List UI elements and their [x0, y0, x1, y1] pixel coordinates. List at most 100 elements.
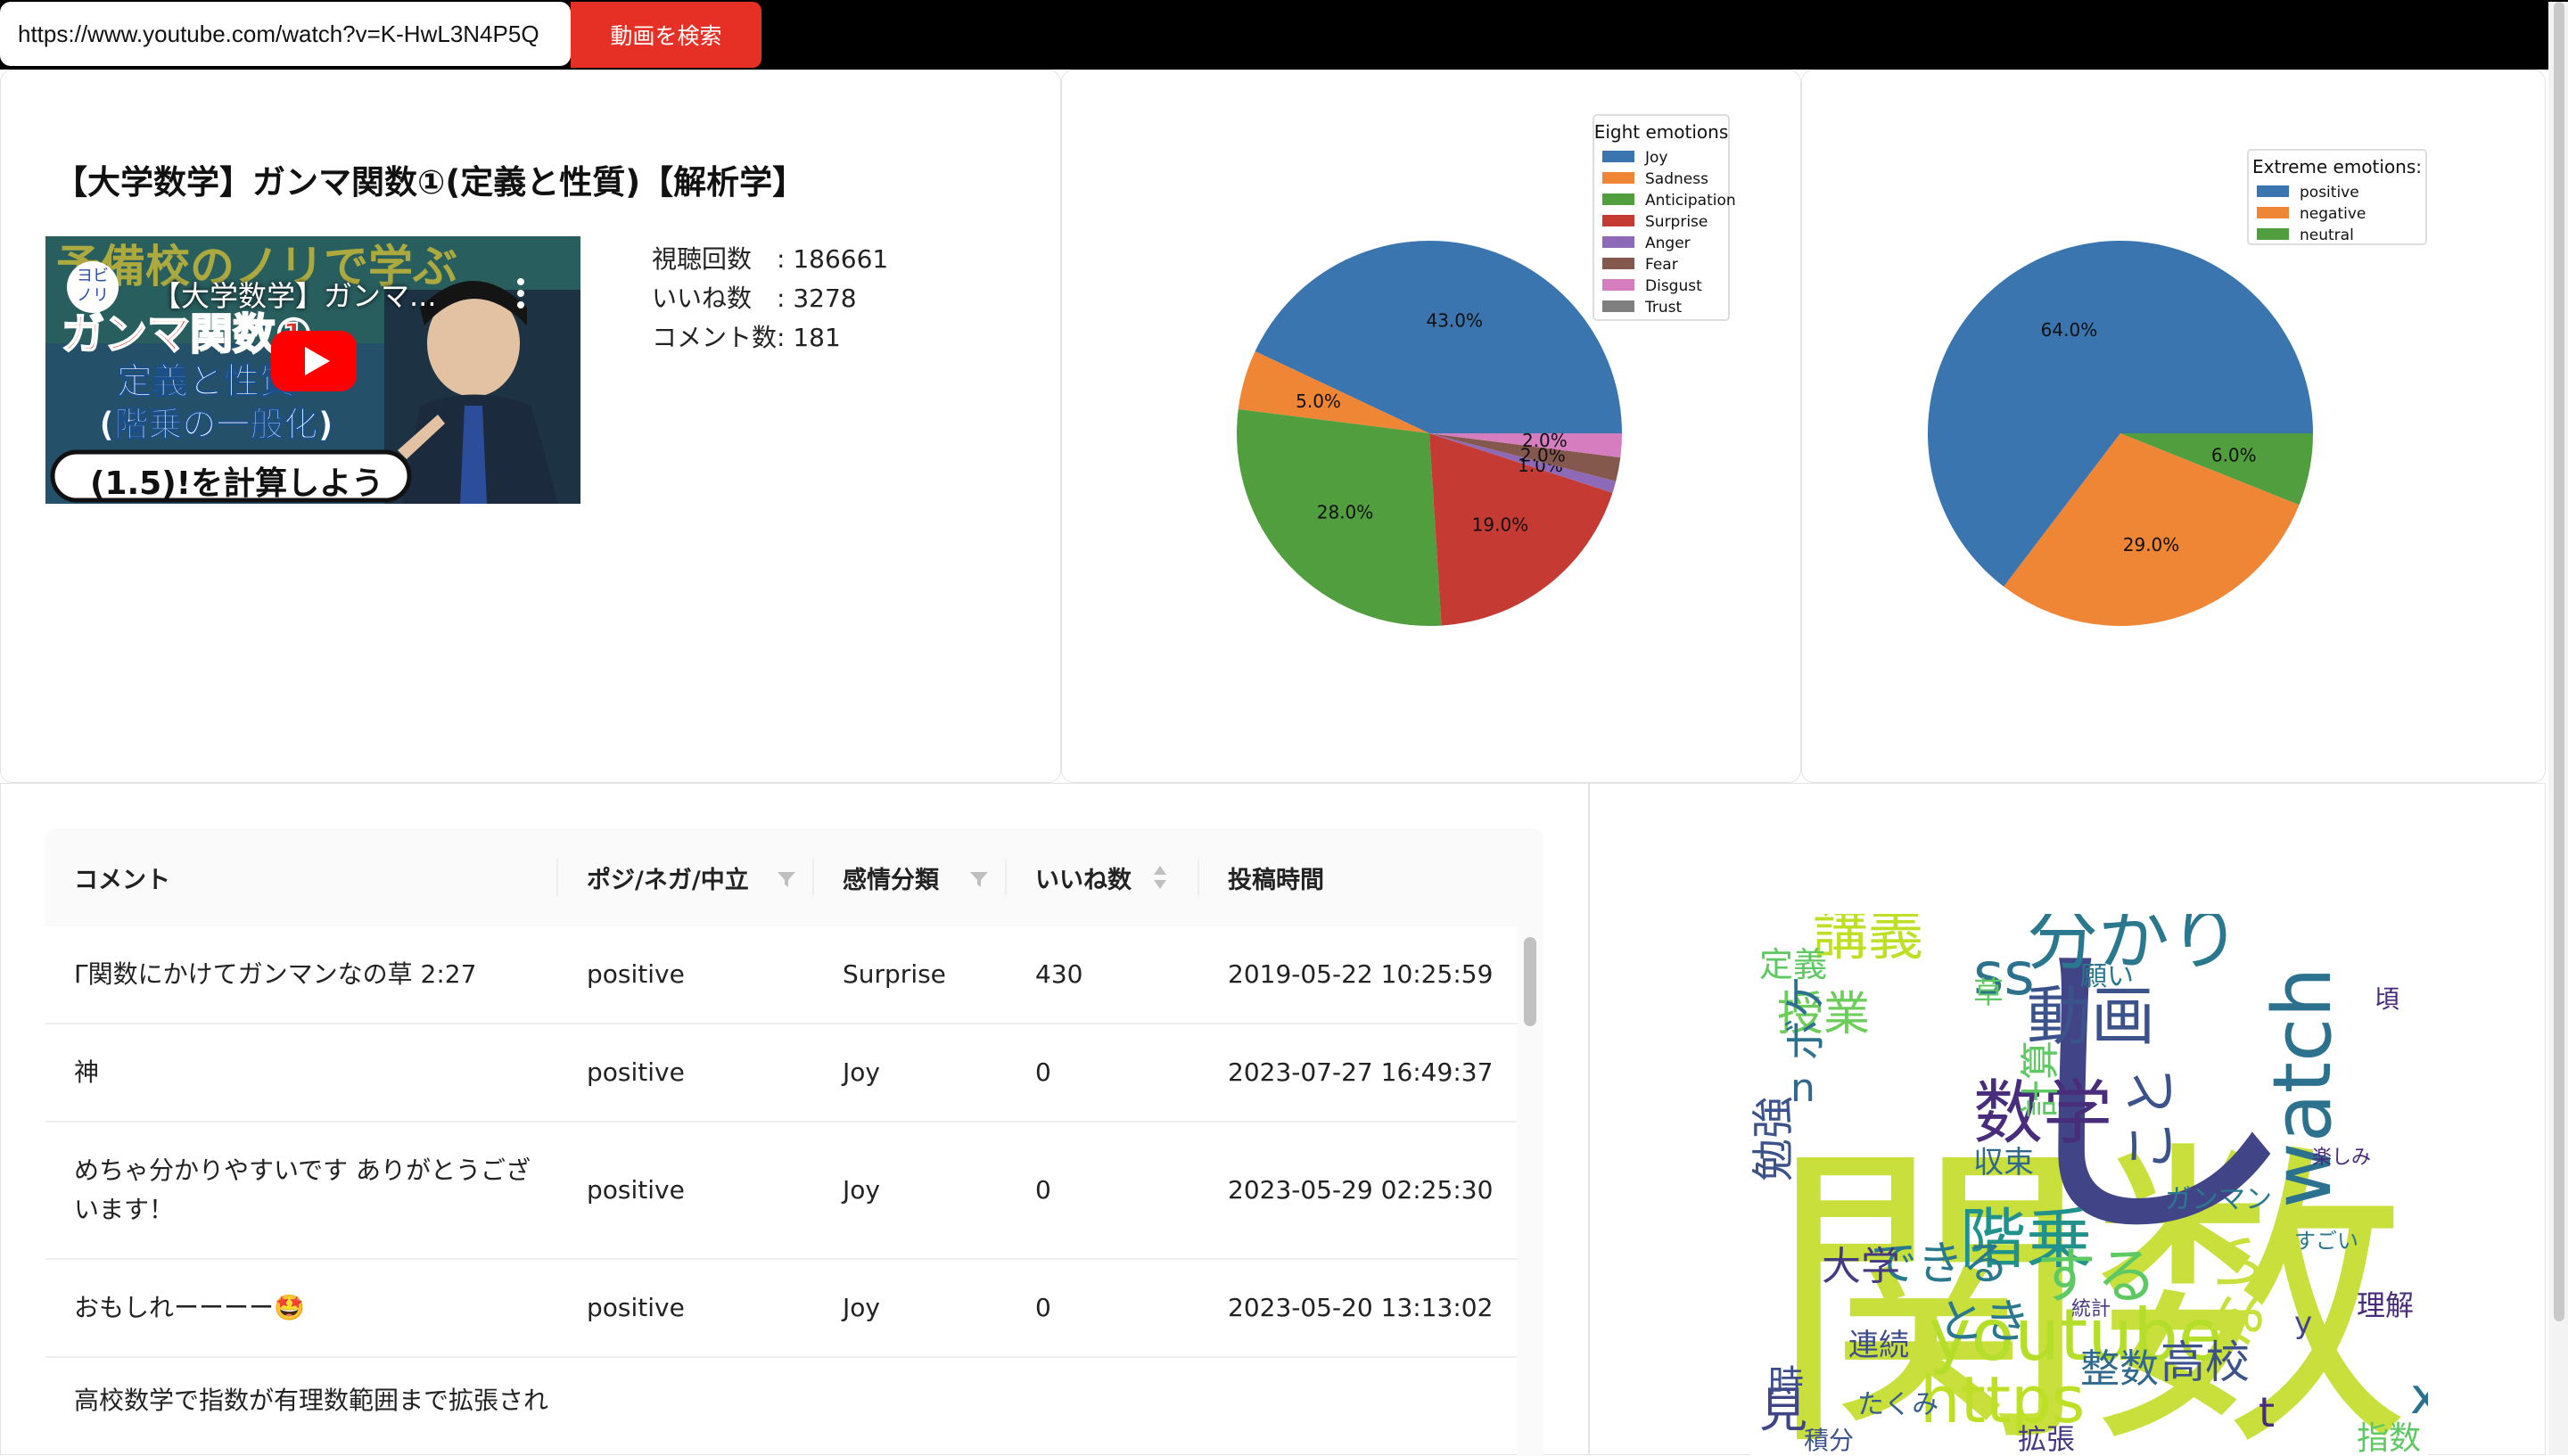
- eight-emotions-card: 43.0% 5.0% 28.0% 19.0% 1.0% 2.0% 2.0% Eight emo…: [1061, 70, 1801, 783]
- thumbnail-banner-sub2: (階乗の一般化): [99, 405, 334, 445]
- legend-label: Surprise: [1645, 213, 1708, 231]
- word-cloud-word: watch: [2256, 967, 2350, 1208]
- comment-table: コメント ポジ/ネガ/中立 感情分類 いいね数 投稿時間 Γ関数にかけてガンマン…: [45, 828, 1543, 1456]
- word-cloud-word: ない: [2204, 1233, 2273, 1351]
- legend-swatch: [1602, 151, 1634, 162]
- word-cloud-word: 積分: [1804, 1426, 1854, 1455]
- filter-icon[interactable]: [777, 868, 796, 895]
- cell-polarity: positive: [587, 959, 685, 989]
- more-vert-icon[interactable]: [514, 277, 527, 309]
- pie-label-positive: 64.0%: [2041, 319, 2098, 341]
- cell-emotion: Joy: [843, 1175, 880, 1205]
- view-count: 視聴回数 : 186661: [652, 244, 889, 274]
- legend-swatch: [2257, 207, 2289, 218]
- legend-swatch: [1602, 215, 1634, 226]
- filter-icon[interactable]: [969, 868, 989, 895]
- video-title: 【大学数学】ガンマ関数①(定義と性質)【解析学】: [54, 163, 806, 202]
- video-url-input[interactable]: [0, 2, 571, 66]
- word-cloud-graphic: 関数し分かり動画講義数学階乗watchyoutubehttpsする高校できる大学…: [1750, 914, 2428, 1456]
- table-row[interactable]: おもしれーーーー🤩 positive Joy 0 2023-05-20 13:1…: [45, 1260, 1517, 1358]
- column-header-likes[interactable]: いいね数: [1007, 828, 1199, 926]
- comment-count: コメント数: 181: [652, 323, 841, 352]
- legend-swatch: [1602, 258, 1634, 269]
- legend-swatch: [1602, 236, 1634, 248]
- column-header-comment: コメント: [45, 828, 558, 926]
- cell-likes: 0: [1035, 1057, 1051, 1087]
- cell-likes: 0: [1035, 1175, 1051, 1205]
- legend-title: Extreme emotions:: [2252, 156, 2422, 177]
- legend-label: Anticipation: [1645, 192, 1736, 210]
- cell-emotion: Surprise: [843, 959, 946, 989]
- pie-label-neutral: 6.0%: [2211, 445, 2257, 466]
- table-row[interactable]: 神 positive Joy 0 2023-07-27 16:49:37: [45, 1024, 1517, 1123]
- word-cloud-word: 大学: [1822, 1244, 1900, 1289]
- cell-time: 2023-05-29 02:25:30: [1228, 1175, 1494, 1205]
- word-cloud-word: すごい: [2294, 1229, 2358, 1254]
- column-header-comment-label: コメント: [74, 866, 170, 894]
- word-cloud-word: ガンマン: [2165, 1184, 2272, 1215]
- word-cloud-word: 草: [1973, 975, 2004, 1011]
- word-cloud-word: 計算: [2018, 1041, 2063, 1119]
- table-row[interactable]: Γ関数にかけてガンマンなの草 2:27 positive Surprise 43…: [45, 926, 1517, 1024]
- word-cloud-word: 指数: [2357, 1420, 2421, 1456]
- extreme-emotions-card: 64.0% 29.0% 6.0% Extreme emotions: positive n…: [1801, 70, 2546, 783]
- legend-swatch: [1602, 172, 1634, 184]
- pie-label-joy: 43.0%: [1426, 310, 1483, 332]
- page-scrollbar[interactable]: [2548, 2, 2568, 1455]
- comment-table-card: コメント ポジ/ネガ/中立 感情分類 いいね数 投稿時間 Γ関数にかけてガンマン…: [0, 783, 1589, 1456]
- column-header-time: 投稿時間: [1199, 828, 1517, 926]
- column-header-polarity-label: ポジ/ネガ/中立: [587, 866, 749, 894]
- pie-label-anticipation: 28.0%: [1317, 502, 1374, 523]
- youtube-play-icon[interactable]: [271, 331, 357, 395]
- cell-emotion: Joy: [843, 1293, 880, 1322]
- legend-label: positive: [2300, 184, 2359, 202]
- column-header-polarity[interactable]: ポジ/ネガ/中立: [558, 828, 814, 926]
- pie-label-disgust: 2.0%: [1522, 430, 1568, 451]
- word-cloud-word: 統計: [2071, 1298, 2111, 1320]
- word-cloud-word: たくみ: [1857, 1389, 1938, 1420]
- cell-time: 2023-05-20 13:13:02: [1228, 1293, 1494, 1322]
- word-cloud-word: 連続: [1848, 1328, 1909, 1363]
- cell-emotion: Joy: [843, 1057, 880, 1087]
- extreme-emotions-pie-chart: 64.0% 29.0% 6.0% Extreme emotions: positive n…: [1928, 149, 2427, 626]
- legend-label: Fear: [1645, 256, 1678, 274]
- word-cloud-word: 頃: [2375, 984, 2399, 1014]
- eight-emotions-pie-chart: 43.0%5.0%28.0%19.0%1.0%2.0%2.0%Eight emo…: [1237, 114, 1736, 626]
- pie-label-surprise: 19.0%: [1472, 514, 1529, 535]
- cell-comment: 高校数学で指数が有理数範囲まで拡張され: [74, 1386, 549, 1415]
- word-cloud-word: x: [2410, 1368, 2428, 1426]
- word-cloud-word: 分かり: [2027, 914, 2241, 980]
- word-cloud-word: n: [1790, 1065, 1815, 1111]
- video-thumbnail[interactable]: 予備校のノリで学ぶ ヨビノリ 【大学数学】ガンマ... ガンマ関数① 定義と性質…: [45, 236, 580, 504]
- column-header-emotion[interactable]: 感情分類: [814, 828, 1007, 926]
- legend-label: Joy: [1644, 149, 1667, 167]
- page-scrollbar-thumb[interactable]: [2554, 2, 2564, 1321]
- pie-label-negative: 29.0%: [2123, 534, 2180, 555]
- table-row[interactable]: 高校数学で指数が有理数範囲まで拡張され: [45, 1358, 1517, 1456]
- word-cloud: 関数し分かり 動画 講義 数学 階乗 watch youtube https する 高校 できる 大学…: [1750, 914, 2428, 1456]
- word-cloud-word: y: [2294, 1305, 2312, 1341]
- word-cloud-word: 拡張: [2018, 1422, 2075, 1456]
- table-row[interactable]: めちゃ分かりやすいです ありがとうございます！ positive Joy 0 2…: [45, 1123, 1517, 1260]
- legend-swatch: [1602, 300, 1634, 312]
- word-cloud-word: 理解: [2357, 1288, 2414, 1322]
- cell-polarity: positive: [587, 1175, 685, 1205]
- word-cloud-word: t: [2259, 1388, 2275, 1436]
- cell-likes: 0: [1035, 1293, 1051, 1322]
- column-header-time-label: 投稿時間: [1228, 866, 1324, 894]
- word-cloud-word: 楽しみ: [2312, 1147, 2371, 1169]
- legend-label: neutral: [2300, 226, 2354, 244]
- video-stats: 視聴回数 : 186661 いいね数 : 3278 コメント数: 181: [652, 240, 888, 358]
- word-cloud-word: 収束: [1973, 1145, 2034, 1180]
- column-header-emotion-label: 感情分類: [843, 866, 939, 894]
- table-scrollbar[interactable]: [1517, 926, 1543, 1456]
- search-video-button[interactable]: 動画を検索: [571, 2, 761, 68]
- word-cloud-word: ボケ: [1781, 975, 1831, 1061]
- sort-icon[interactable]: [1153, 864, 1167, 897]
- table-scrollbar-thumb[interactable]: [1524, 937, 1536, 1026]
- cell-comment: めちゃ分かりやすいです ありがとうございます！: [74, 1156, 531, 1224]
- word-cloud-word: 講義: [1813, 914, 1923, 967]
- word-cloud-word: とき: [1938, 1296, 2030, 1349]
- cell-likes: 430: [1035, 959, 1083, 989]
- legend-label: Anger: [1645, 234, 1691, 252]
